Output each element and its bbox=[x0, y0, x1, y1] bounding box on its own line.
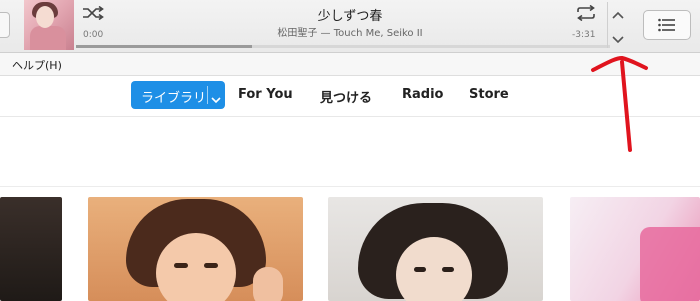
navigation-tabs: ライブラリ For You 見つける Radio Store bbox=[0, 76, 700, 117]
chevron-up-icon[interactable] bbox=[611, 5, 625, 24]
tab-library-label: ライブラリ bbox=[141, 91, 207, 106]
previous-control-edge[interactable] bbox=[0, 12, 10, 38]
tab-library[interactable]: ライブラリ bbox=[131, 81, 225, 109]
tab-for-you[interactable]: For You bbox=[238, 87, 293, 102]
repeat-icon[interactable] bbox=[575, 4, 597, 25]
shuffle-icon[interactable] bbox=[82, 5, 104, 24]
chevron-down-icon[interactable] bbox=[611, 30, 625, 49]
divider bbox=[607, 2, 608, 48]
elapsed-time: 0:00 bbox=[83, 30, 104, 40]
dropdown-chevron-icon[interactable] bbox=[211, 89, 221, 108]
album-card[interactable] bbox=[0, 197, 62, 301]
track-artist-album: 松田聖子 — Touch Me, Seiko II bbox=[277, 28, 423, 39]
player-bar: 0:00 少しずつ春 松田聖子 — Touch Me, Seiko II -3:… bbox=[0, 0, 700, 53]
divider bbox=[207, 86, 208, 104]
album-card[interactable] bbox=[88, 197, 303, 301]
remaining-time: -3:31 bbox=[572, 30, 596, 40]
playback-progress-fill bbox=[76, 45, 253, 48]
menu-help[interactable]: ヘルプ(H) bbox=[12, 57, 62, 73]
album-artwork-thumbnail[interactable] bbox=[24, 0, 74, 50]
playback-progress-bar[interactable] bbox=[76, 45, 610, 48]
up-next-list-button[interactable] bbox=[643, 10, 691, 40]
list-icon bbox=[658, 18, 675, 32]
track-title: 少しずつ春 bbox=[317, 9, 383, 24]
library-content bbox=[0, 117, 700, 301]
album-card[interactable] bbox=[328, 197, 543, 301]
album-card[interactable] bbox=[570, 197, 700, 301]
tab-browse[interactable]: 見つける bbox=[320, 87, 372, 106]
tab-radio[interactable]: Radio bbox=[402, 87, 443, 102]
menu-bar: ヘルプ(H) bbox=[0, 53, 700, 76]
divider bbox=[0, 186, 700, 187]
tab-store[interactable]: Store bbox=[469, 87, 509, 102]
